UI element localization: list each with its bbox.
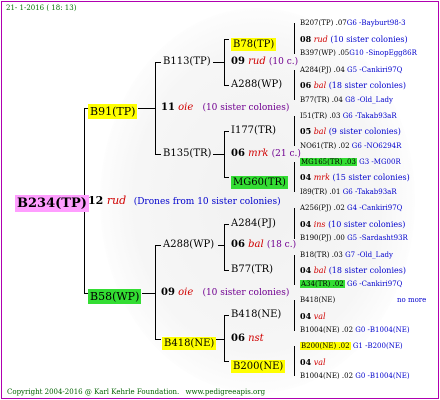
g4-row[interactable]: B397(WP) .05G10 -SinopEgg86R xyxy=(300,50,417,57)
g2-node[interactable]: B418(NE) xyxy=(162,333,217,350)
g2-info: 09 rud (10 c.) xyxy=(231,56,299,67)
g3-node[interactable]: MG60(TR) xyxy=(231,172,288,189)
g4-row[interactable]: B18(TR) .03 G7 -Old_Lady xyxy=(300,252,393,259)
g4-row[interactable]: NO61(TR) .02 G6 -NO6294R xyxy=(300,143,401,150)
g3-node[interactable]: I177(TR) xyxy=(231,126,276,136)
g3-info: 04 ins (10 sister colonies) xyxy=(300,219,406,229)
g3-info: 04 val xyxy=(300,311,326,321)
g3-info: 04 bal (18 sister colonies) xyxy=(300,265,406,275)
g2-info: 06 mrk (21 c.) xyxy=(231,148,301,159)
g4-row[interactable]: A256(PJ) .02 G4 -Cankiri97Q xyxy=(300,205,402,212)
g1-info: 09 oie (10 sister colonies) xyxy=(161,287,290,298)
root-node[interactable]: B234(TP) xyxy=(15,194,89,212)
connector-g1b xyxy=(155,245,156,339)
g1-info: 11 oie (10 sister colonies) xyxy=(161,102,290,113)
g1-node[interactable]: B58(WP) xyxy=(88,287,142,304)
g4-row[interactable]: B207(TP) .07G6 -Bayburt98-3 xyxy=(300,20,406,27)
g4-row[interactable]: I51(TR) .03 G6 -Takab93aR xyxy=(300,113,397,120)
g3-node[interactable]: B418(NE) xyxy=(231,310,281,320)
g3-info: 04 mrk (15 sister colonies) xyxy=(300,172,410,182)
g2-node[interactable]: B113(TP) xyxy=(163,57,211,67)
connector-g1a xyxy=(155,62,156,154)
g3-info: 06 bal (18 sister colonies) xyxy=(300,80,406,90)
root-info: 12 rud (Drones from 10 sister colonies) xyxy=(88,194,281,207)
g4-row[interactable]: A284(PJ) .04 G5 -Cankiri97Q xyxy=(300,67,402,74)
g4-no-more: no more xyxy=(397,296,427,304)
g4-row[interactable]: B190(PJ) .00 G5 -Sardasht93R xyxy=(300,235,408,242)
copyright-footer: Copyright 2004-2016 @ Karl Kehrle Founda… xyxy=(7,388,266,396)
website-link[interactable]: www.pedigreeapis.org xyxy=(186,388,266,396)
g3-node[interactable]: A288(WP) xyxy=(231,80,282,90)
g4-row[interactable]: B77(TR) .04 G8 -Old_Lady xyxy=(300,97,393,104)
date-header: 21- 1-2016 ( 18: 13) xyxy=(6,4,77,12)
g4-row[interactable]: A34(TR) .02 G6 -Cankiri97Q xyxy=(300,280,402,288)
g3-node[interactable]: B78(TP) xyxy=(231,34,277,51)
g4-row[interactable]: B1004(NE) .02 G0 -B1004(NE) xyxy=(300,327,410,334)
g3-node[interactable]: B200(NE) xyxy=(231,356,286,373)
g4-row[interactable]: B200(NE) .02 G1 -B200(NE) xyxy=(300,342,403,350)
g2-node[interactable]: A288(WP) xyxy=(163,240,214,250)
root-id[interactable]: B234(TP) xyxy=(15,195,89,212)
g2-node[interactable]: B135(TR) xyxy=(163,149,211,159)
g1-node[interactable]: B91(TP) xyxy=(88,102,138,119)
g4-row[interactable]: B1004(NE) .02 G0 -B1004(NE) xyxy=(300,373,410,380)
g4-row[interactable]: MG165(TR) .03 G3 -MG00R xyxy=(300,158,401,166)
g3-info: 05 bal (9 sister colonies) xyxy=(300,126,401,136)
pedigree-frame: 21- 1-2016 ( 18: 13) B234(TP) 12 rud (Dr… xyxy=(1,1,439,399)
g2-info: 06 bal (18 c.) xyxy=(231,239,297,250)
g4-row[interactable]: B418(NE) xyxy=(300,297,335,304)
g3-info: 04 val xyxy=(300,357,326,367)
g3-node[interactable]: A284(PJ) xyxy=(231,219,276,229)
g2-info: 06 nst xyxy=(231,333,264,344)
g3-info: 08 rud (10 sister colonies) xyxy=(300,34,408,44)
g3-node[interactable]: B77(TR) xyxy=(231,265,273,275)
g4-row[interactable]: I89(TR) .01 G6 -Takab93aR xyxy=(300,189,397,196)
